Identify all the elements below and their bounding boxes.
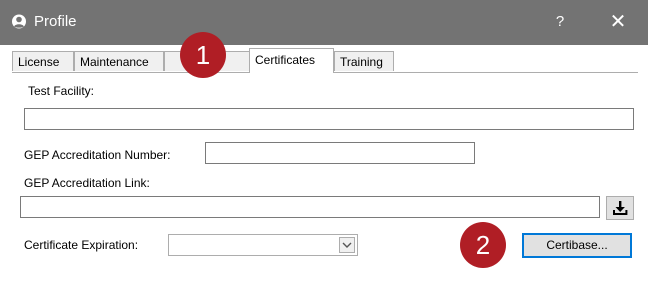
help-button[interactable]: ? (548, 11, 572, 33)
callout-marker-2-number: 2 (475, 230, 491, 260)
title-bar: Profile ? ✕ (0, 0, 648, 45)
callout-marker-1-number: 1 (195, 40, 211, 70)
download-button[interactable] (606, 196, 634, 220)
tab-training[interactable]: Training (334, 51, 394, 71)
download-icon (613, 201, 628, 215)
person-icon (12, 14, 26, 29)
callout-marker-1: 1 (180, 32, 236, 78)
tab-maintenance[interactable]: Maintenance (74, 51, 164, 71)
tab-certificates[interactable]: Certificates (249, 48, 334, 73)
chevron-down-icon (342, 242, 352, 248)
gep-number-input[interactable] (205, 142, 475, 164)
test-facility-input[interactable] (24, 108, 634, 130)
close-button[interactable]: ✕ (600, 9, 636, 35)
certificate-expiration-label: Certificate Expiration: (24, 238, 139, 252)
combo-arrow-button[interactable] (339, 237, 355, 253)
gep-link-label: GEP Accreditation Link: (24, 176, 150, 190)
certificate-expiration-combo[interactable] (168, 234, 358, 256)
gep-link-input[interactable] (20, 196, 600, 218)
gep-number-label: GEP Accreditation Number: (24, 148, 171, 162)
callout-marker-2: 2 (460, 222, 516, 268)
tab-license[interactable]: License (12, 51, 74, 71)
certibase-button[interactable]: Certibase... (522, 233, 632, 258)
window-title: Profile (34, 13, 77, 30)
test-facility-label: Test Facility: (28, 84, 95, 98)
